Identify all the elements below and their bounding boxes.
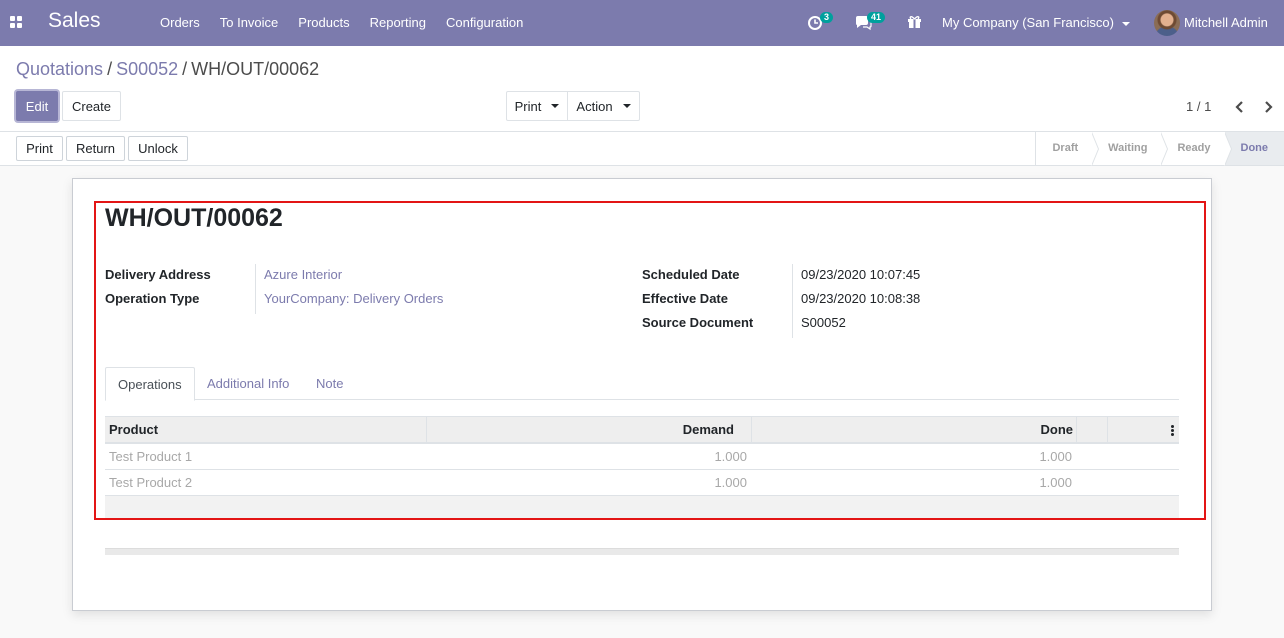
activity-count-badge: 3 xyxy=(820,12,834,23)
menu-item-configuration[interactable]: Configuration xyxy=(436,0,533,46)
field-divider xyxy=(792,264,793,338)
unlock-button[interactable]: Unlock xyxy=(128,136,188,161)
company-name: My Company (San Francisco) xyxy=(942,15,1114,30)
breadcrumb-quotations[interactable]: Quotations xyxy=(16,59,103,79)
source-document-value: S00052 xyxy=(801,315,846,330)
tab-operations[interactable]: Operations xyxy=(105,367,195,401)
field-label-scheduled-date: Scheduled Date xyxy=(642,267,740,282)
main-menu: Orders To Invoice Products Reporting Con… xyxy=(150,0,533,46)
action-dropdown-label: Action xyxy=(576,98,613,114)
app-name[interactable]: Sales xyxy=(48,9,101,33)
scheduled-date-value: 09/23/2020 10:07:45 xyxy=(801,267,921,282)
table-footer xyxy=(105,496,1179,518)
cell-demand: 1.000 xyxy=(714,449,747,464)
user-menu[interactable]: Mitchell Admin xyxy=(1184,15,1268,30)
menu-item-products[interactable]: Products xyxy=(288,0,359,46)
effective-date-value: 09/23/2020 10:08:38 xyxy=(801,291,921,306)
record-title: WH/OUT/00062 xyxy=(105,204,283,232)
chatter-divider xyxy=(105,548,1179,555)
apps-menu-icon[interactable] xyxy=(10,16,22,28)
top-navbar: Sales Orders To Invoice Products Reporti… xyxy=(0,0,1284,46)
action-dropdown[interactable]: Action xyxy=(567,91,640,121)
tab-additional-info[interactable]: Additional Info xyxy=(195,367,301,400)
cell-done: 1.000 xyxy=(1039,475,1072,490)
column-header-done[interactable]: Done xyxy=(1041,417,1074,443)
column-header-product[interactable]: Product xyxy=(109,417,158,443)
operations-table: Product Demand Done Test Product 1 1.000… xyxy=(105,416,1179,518)
menu-item-reporting[interactable]: Reporting xyxy=(360,0,436,46)
column-header-demand[interactable]: Demand xyxy=(683,417,734,443)
caret-down-icon xyxy=(551,104,560,108)
cell-product: Test Product 1 xyxy=(109,449,193,464)
status-stages: Draft Waiting Ready Done xyxy=(1035,132,1284,166)
table-row[interactable]: Test Product 1 1.000 1.000 xyxy=(105,444,1179,470)
field-label-operation-type: Operation Type xyxy=(105,291,200,306)
cell-done: 1.000 xyxy=(1039,449,1072,464)
menu-item-to-invoice[interactable]: To Invoice xyxy=(210,0,289,46)
stage-draft: Draft xyxy=(1036,132,1099,166)
field-label-delivery-address: Delivery Address xyxy=(105,267,211,282)
cell-demand: 1.000 xyxy=(714,475,747,490)
breadcrumb: Quotations / S00052/WH/OUT/00062 xyxy=(16,59,320,79)
stage-done: Done xyxy=(1224,132,1284,165)
create-button[interactable]: Create xyxy=(62,91,121,121)
control-panel: Quotations / S00052/WH/OUT/00062 Edit Crea… xyxy=(0,46,1284,132)
operation-type-link[interactable]: YourCompany: Delivery Orders xyxy=(264,291,443,306)
field-label-effective-date: Effective Date xyxy=(642,291,728,306)
return-button[interactable]: Return xyxy=(66,136,125,161)
notebook-tabs: Operations Additional Info Note xyxy=(105,367,1179,401)
menu-item-orders[interactable]: Orders xyxy=(150,0,210,46)
delivery-address-link[interactable]: Azure Interior xyxy=(264,267,342,282)
pager-value[interactable]: 1 / 1 xyxy=(1186,99,1211,114)
gift-icon[interactable] xyxy=(907,14,922,29)
cell-product: Test Product 2 xyxy=(109,475,193,490)
stage-ready: Ready xyxy=(1161,132,1232,166)
print-button[interactable]: Print xyxy=(16,136,63,161)
stage-waiting: Waiting xyxy=(1092,132,1169,166)
company-switcher[interactable]: My Company (San Francisco) xyxy=(942,15,1130,30)
optional-columns-icon[interactable] xyxy=(1171,425,1174,436)
caret-down-icon xyxy=(1121,21,1130,26)
table-row[interactable]: Test Product 2 1.000 1.000 xyxy=(105,470,1179,496)
pager-previous-icon[interactable] xyxy=(1229,96,1251,118)
table-header: Product Demand Done xyxy=(105,416,1179,444)
print-dropdown-label: Print xyxy=(514,98,542,114)
user-avatar[interactable] xyxy=(1154,10,1180,36)
breadcrumb-current: WH/OUT/00062 xyxy=(191,59,320,79)
tab-note[interactable]: Note xyxy=(304,367,355,400)
print-dropdown[interactable]: Print xyxy=(506,91,568,121)
edit-button[interactable]: Edit xyxy=(16,91,58,121)
field-label-source-document: Source Document xyxy=(642,315,754,330)
messages-count-badge: 41 xyxy=(867,12,886,23)
pager-next-icon[interactable] xyxy=(1257,96,1279,118)
field-divider xyxy=(255,264,256,314)
form-statusbar: Print Return Unlock Draft Waiting Ready … xyxy=(0,132,1284,166)
caret-down-icon xyxy=(622,104,631,108)
breadcrumb-sale-order[interactable]: S00052 xyxy=(116,59,178,79)
